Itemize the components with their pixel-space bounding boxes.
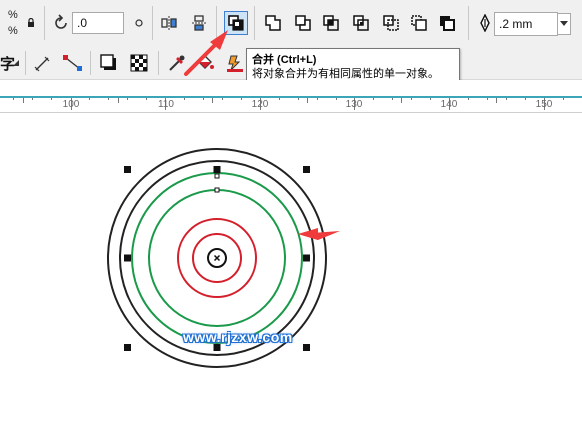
- front-minus-back-icon[interactable]: [380, 12, 402, 34]
- canvas-annotation-arrow-icon: [298, 228, 340, 240]
- concentric-circles-artwork[interactable]: [0, 112, 582, 445]
- tooltip-title: 合并 (Ctrl+L): [252, 54, 317, 66]
- ruler-tick-label: 140: [440, 99, 458, 110]
- back-minus-front-icon[interactable]: [408, 12, 430, 34]
- ruler-tick-label: 150: [535, 99, 553, 110]
- transparency-tool-icon[interactable]: [128, 52, 150, 74]
- simplify-icon[interactable]: [350, 12, 372, 34]
- rotate-icon: [50, 12, 72, 34]
- drop-shadow-tool-icon[interactable]: [98, 52, 120, 74]
- property-bar: % %: [0, 0, 582, 47]
- rotation-degree-icon: [128, 12, 150, 34]
- dimension-tool-icon[interactable]: [32, 52, 54, 74]
- connector-tool-icon[interactable]: [62, 52, 84, 74]
- trim-icon[interactable]: [292, 12, 314, 34]
- ruler-ticks: [13, 96, 564, 110]
- outline-pen-icon: [474, 12, 496, 34]
- ruler-accent-line: [0, 96, 582, 98]
- intersect-icon[interactable]: [320, 12, 342, 34]
- rotation-angle-input[interactable]: [72, 12, 124, 34]
- chevron-down-icon[interactable]: [557, 13, 571, 35]
- ruler-tick-label: 130: [345, 99, 363, 110]
- ruler-tick-label: 120: [251, 99, 269, 110]
- lock-ratio-icon[interactable]: [24, 13, 38, 33]
- ruler-tick-label: 110: [158, 99, 174, 110]
- text-tool-flyout-icon[interactable]: [11, 58, 21, 68]
- weld-icon[interactable]: [262, 12, 284, 34]
- outline-width-field[interactable]: [494, 12, 558, 36]
- site-watermark: www.rjzxw.com: [183, 329, 293, 345]
- percent-label-top: %: [8, 9, 18, 21]
- center-marker-icon: [213, 254, 221, 262]
- percent-label-bottom: %: [8, 25, 18, 37]
- node-handle[interactable]: [214, 173, 220, 179]
- ruler-tick-label: 100: [62, 99, 80, 110]
- annotation-arrow-icon: [184, 30, 228, 76]
- create-boundary-icon[interactable]: [436, 12, 458, 34]
- node-handle[interactable]: [214, 187, 220, 193]
- mirror-horizontal-icon[interactable]: [158, 12, 180, 34]
